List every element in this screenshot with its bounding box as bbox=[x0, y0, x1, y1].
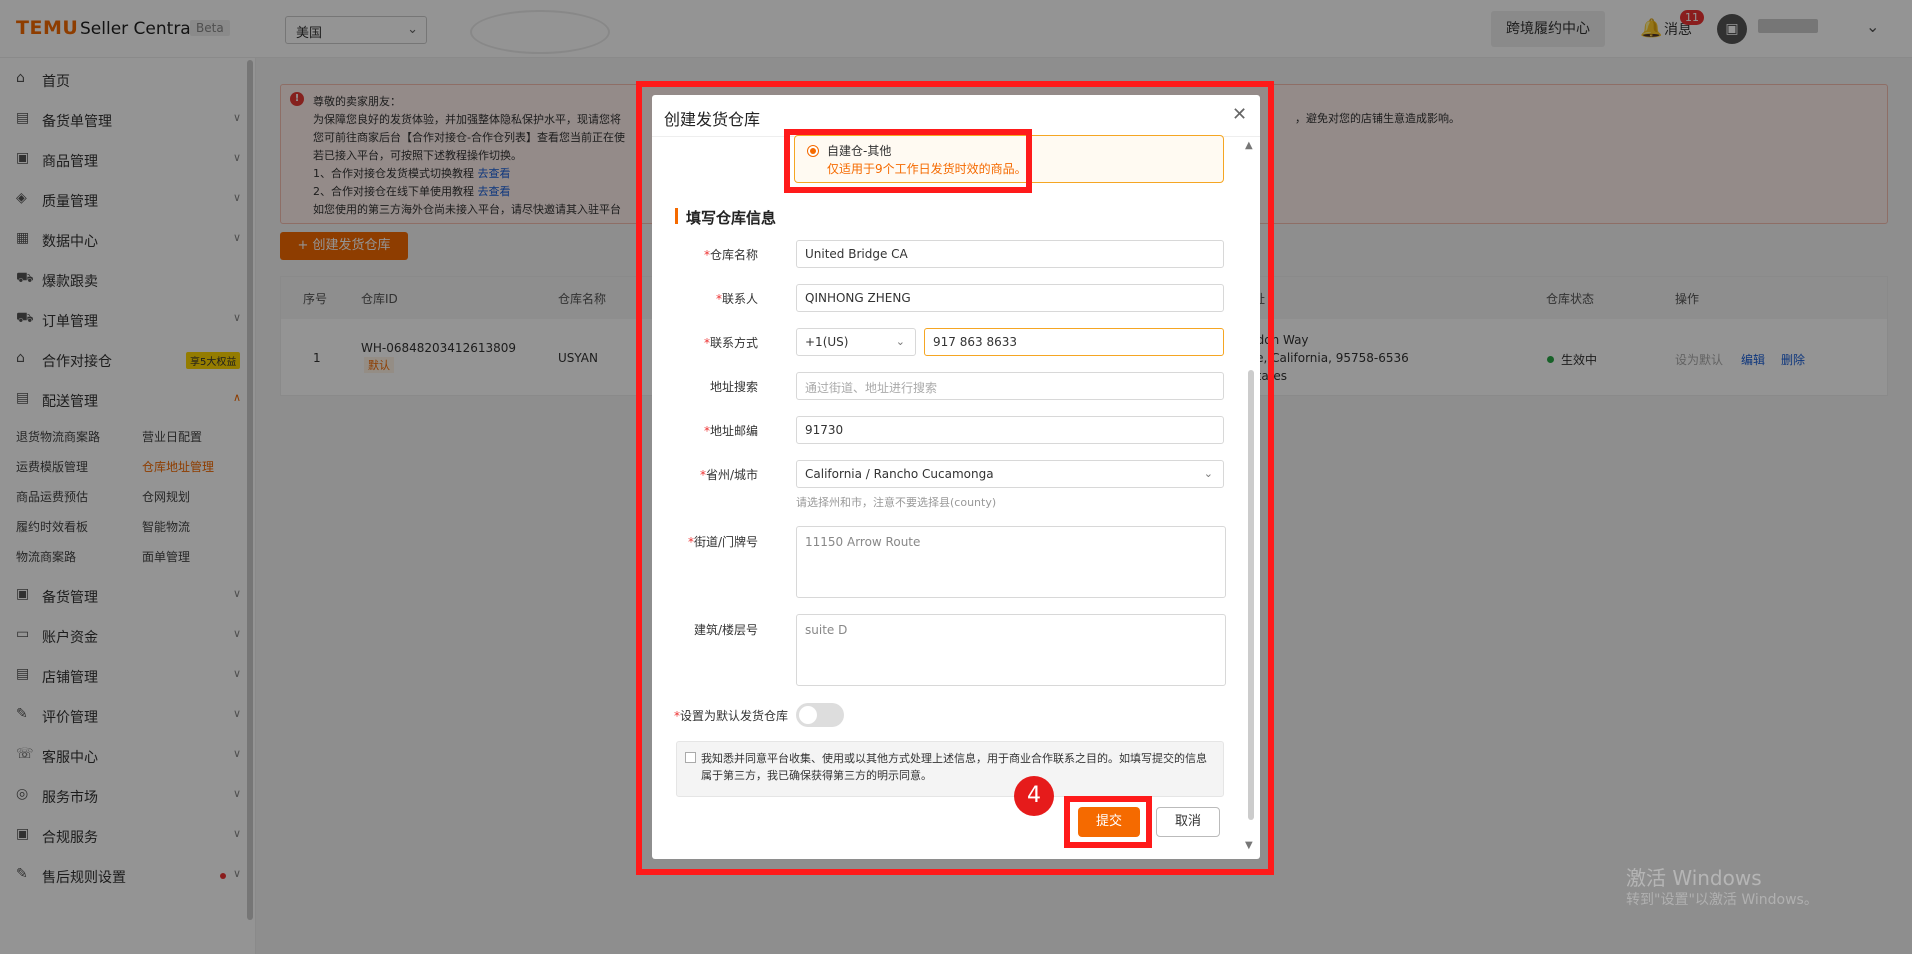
annotation-frame-modal bbox=[636, 81, 1274, 875]
step-number-badge: 4 bbox=[1014, 776, 1054, 816]
windows-watermark-sub: 转到"设置"以激活 Windows。 bbox=[1626, 892, 1818, 908]
annotation-frame-option bbox=[784, 129, 1032, 193]
windows-watermark: 激活 Windows bbox=[1626, 866, 1762, 890]
annotation-frame-submit bbox=[1064, 796, 1152, 848]
